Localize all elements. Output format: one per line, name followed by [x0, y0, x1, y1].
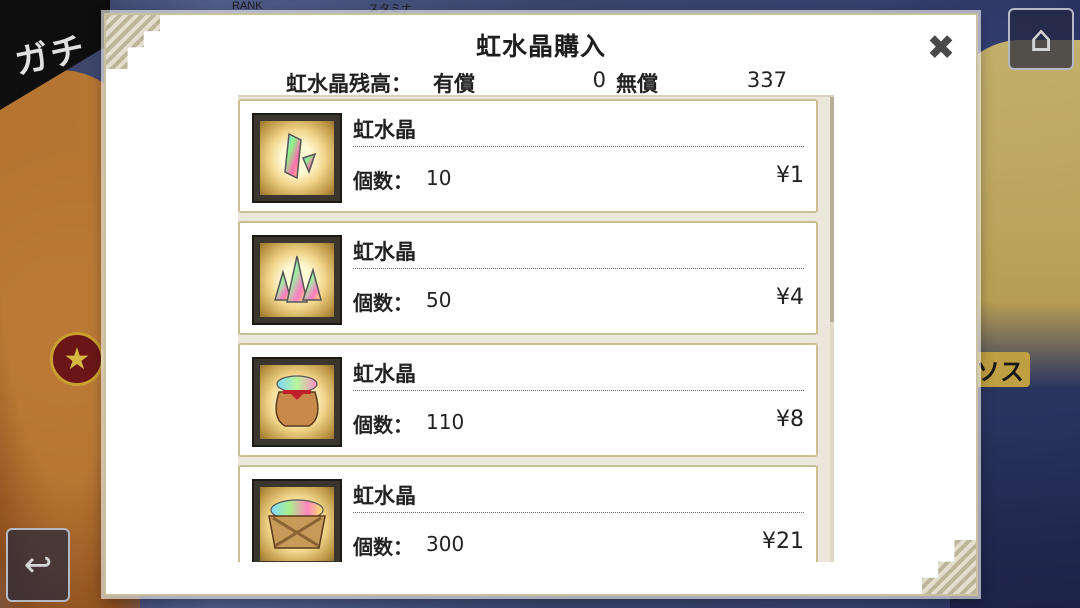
- count-label: 個数：: [353, 535, 413, 559]
- item-divider: [353, 268, 804, 269]
- crystal-balance: 虹水晶残高： 有償 0 無償 337: [286, 68, 787, 96]
- item-name: 虹水晶: [353, 484, 416, 508]
- item-price: ¥1: [776, 163, 804, 188]
- item-name: 虹水晶: [353, 240, 416, 264]
- product-item[interactable]: 虹水晶 個数： 110 ¥8: [238, 343, 818, 457]
- item-name: 虹水晶: [353, 118, 416, 142]
- balance-label: 虹水晶残高：: [286, 72, 412, 96]
- paid-value: 0: [592, 68, 606, 92]
- free-label: 無償: [616, 72, 658, 96]
- product-item[interactable]: 虹水晶 個数： 50 ¥4: [238, 221, 818, 335]
- product-item[interactable]: 虹水晶 個数： 10 ¥1: [238, 99, 818, 213]
- dialog-title: 虹水晶購入: [475, 32, 606, 61]
- scroll-thumb[interactable]: [830, 97, 834, 322]
- rainbow-crystal-shard-icon: [252, 113, 342, 203]
- item-price: ¥8: [776, 407, 804, 432]
- item-price: ¥4: [776, 285, 804, 310]
- item-count: 50: [426, 288, 452, 312]
- free-value: 337: [746, 68, 787, 92]
- crystal-crate-icon: [252, 479, 342, 562]
- count-label: 個数：: [353, 291, 413, 315]
- count-label: 個数：: [353, 413, 413, 437]
- close-icon: ✖: [926, 28, 956, 68]
- rainbow-crystal-cluster-icon: [252, 235, 342, 325]
- product-list[interactable]: 虹水晶 個数： 10 ¥1 虹水晶 個数： 50 ¥4 虹水晶 個数： 110 …: [238, 95, 834, 562]
- paid-label: 有償: [433, 72, 475, 96]
- item-count: 110: [426, 410, 465, 434]
- product-item[interactable]: 虹水晶 個数： 300 ¥21: [238, 465, 818, 562]
- item-price: ¥21: [762, 529, 804, 554]
- close-button[interactable]: ✖: [924, 31, 958, 65]
- count-label: 個数：: [353, 169, 413, 193]
- list-scrollbar[interactable]: [830, 97, 834, 562]
- item-divider: [353, 390, 804, 391]
- item-divider: [353, 146, 804, 147]
- item-count: 300: [426, 532, 465, 556]
- purchase-dialog: 虹水晶購入 ✖ 虹水晶残高： 有償 0 無償 337 虹水晶 個数： 10 ¥1…: [104, 13, 978, 596]
- item-name: 虹水晶: [353, 362, 416, 386]
- item-divider: [353, 512, 804, 513]
- item-count: 10: [426, 166, 452, 190]
- crystal-bag-icon: [252, 357, 342, 447]
- dialog-corner-ornament: [922, 540, 976, 594]
